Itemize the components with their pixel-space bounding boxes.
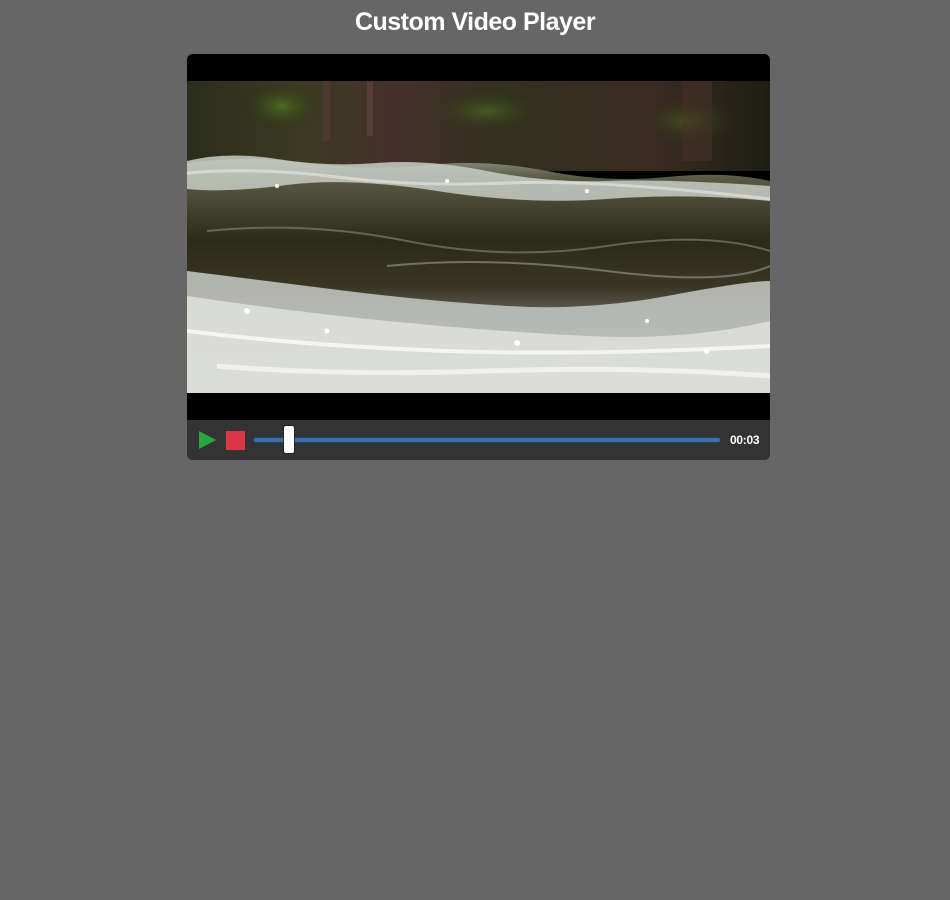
page-title: Custom Video Player [354,8,596,36]
play-button[interactable] [198,430,218,450]
progress-handle[interactable] [283,425,296,454]
stop-button[interactable] [226,431,245,450]
current-time: 00:03 [730,433,760,447]
play-icon [199,431,216,449]
video-player: 00:03 [187,54,770,460]
progress-slider[interactable] [253,437,721,443]
video-controls: 00:03 [187,420,770,460]
river-video-frame [187,81,770,393]
video-display[interactable] [187,54,770,420]
video-frame [187,81,770,393]
